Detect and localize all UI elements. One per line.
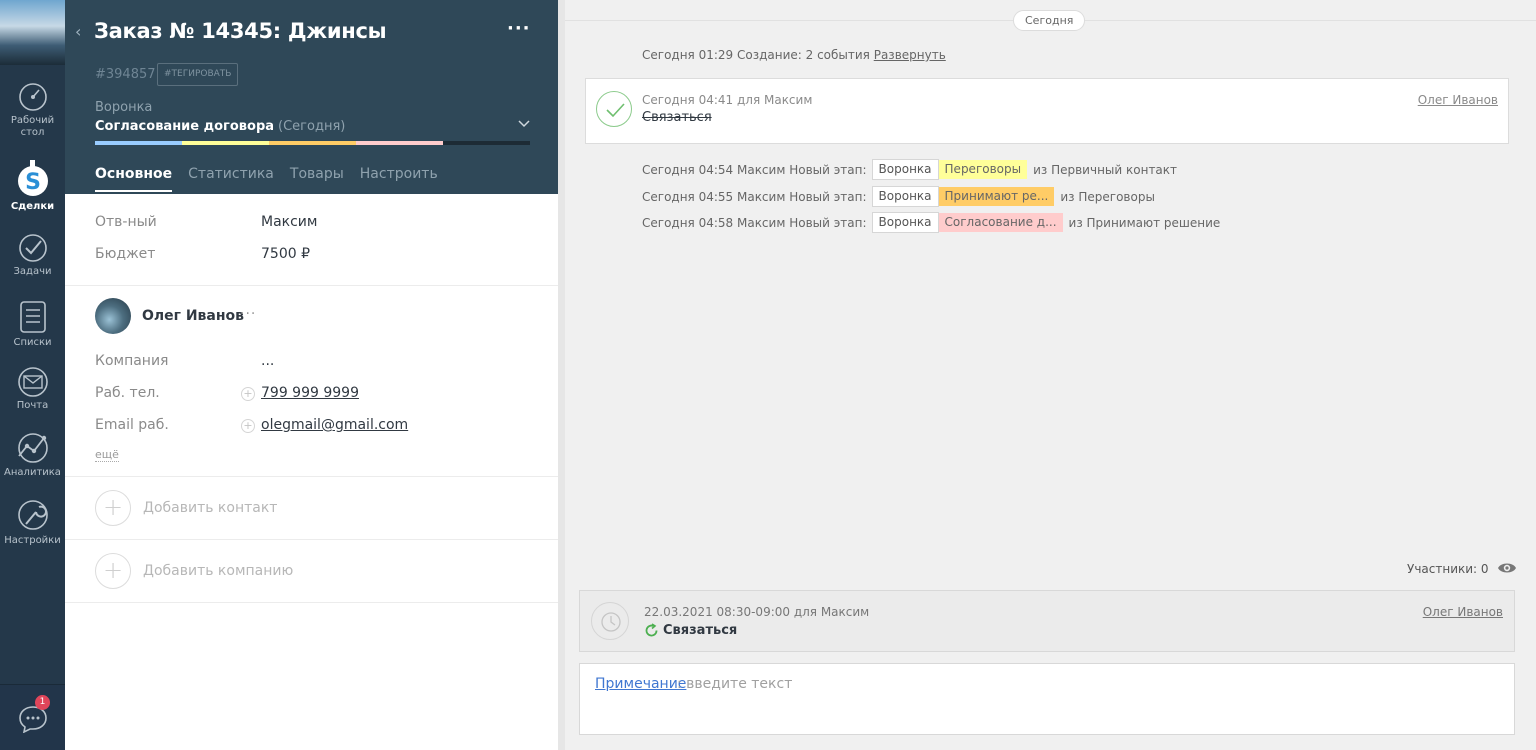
tab-configure[interactable]: Настроить bbox=[360, 166, 438, 192]
mail-icon bbox=[17, 367, 48, 397]
company-label: Компания bbox=[95, 353, 169, 369]
settings-wrench-icon bbox=[17, 500, 48, 530]
divider bbox=[65, 285, 558, 286]
deal-card: ‹ Заказ № 14345: Джинсы ··· #394857 #ТЕГ… bbox=[65, 0, 558, 750]
email-link[interactable]: olegmail@gmail.com bbox=[261, 417, 408, 433]
progress-segment bbox=[356, 141, 443, 145]
note-input[interactable]: Примечание : введите текст bbox=[579, 663, 1515, 735]
email-value[interactable]: olegmail@gmail.com bbox=[261, 417, 408, 433]
open-task-title: Связаться bbox=[644, 623, 737, 638]
note-type-select[interactable]: Примечание bbox=[595, 676, 686, 692]
funnel-label: Воронка bbox=[95, 100, 153, 115]
add-contact-button[interactable]: + Добавить контакт bbox=[95, 490, 277, 526]
deal-more-button[interactable]: ··· bbox=[507, 18, 531, 39]
deal-header: ‹ Заказ № 14345: Джинсы ··· #394857 #ТЕГ… bbox=[65, 0, 558, 194]
phone-label: Раб. тел. bbox=[95, 385, 160, 401]
stage-pill: Принимают ре... bbox=[938, 187, 1055, 206]
analytics-icon bbox=[17, 433, 48, 463]
nav-tasks[interactable]: Задачи bbox=[0, 233, 65, 278]
task-author-link[interactable]: Олег Иванов bbox=[1418, 93, 1498, 107]
nav-deals[interactable]: S Сделки bbox=[0, 160, 65, 213]
left-nav: Рабочий стол S Сделки Задачи Списки Почт… bbox=[0, 0, 65, 750]
deal-title[interactable]: Заказ № 14345: Джинсы bbox=[94, 19, 387, 43]
card-tabs: Основное Статистика Товары Настроить bbox=[95, 166, 438, 192]
task-done-check-icon[interactable] bbox=[596, 91, 632, 127]
task-meta: Сегодня 04:41 для Максим bbox=[642, 93, 813, 107]
plus-circle-icon: + bbox=[95, 553, 131, 589]
participants-count[interactable]: Участники: 0 bbox=[1407, 562, 1489, 576]
open-task-card: 22.03.2021 08:30-09:00 для Максим Связат… bbox=[579, 590, 1515, 652]
tab-statistics[interactable]: Статистика bbox=[188, 166, 274, 192]
dashboard-icon bbox=[18, 83, 47, 111]
completed-task-card: Сегодня 04:41 для Максим Связаться Олег … bbox=[585, 78, 1509, 144]
tasks-check-icon bbox=[18, 234, 47, 262]
stage-progress-bar bbox=[95, 141, 530, 145]
stage-date: (Сегодня) bbox=[278, 119, 346, 134]
lists-icon bbox=[19, 301, 46, 333]
task-name: Связаться bbox=[642, 110, 712, 125]
funnel-pill: Воронка bbox=[871, 186, 939, 207]
add-email-icon[interactable]: + bbox=[241, 419, 255, 433]
back-chevron-icon[interactable]: ‹ bbox=[75, 22, 81, 41]
note-placeholder: : введите текст bbox=[677, 676, 793, 692]
chat-button[interactable]: 1 bbox=[0, 684, 65, 750]
email-label: Email раб. bbox=[95, 417, 169, 433]
expand-link[interactable]: Развернуть bbox=[874, 48, 946, 62]
open-task-meta: 22.03.2021 08:30-09:00 для Максим bbox=[644, 605, 870, 619]
divider bbox=[65, 602, 558, 603]
contact-avatar[interactable] bbox=[95, 298, 131, 334]
stage-event: Сегодня 04:58 Максим Новый этап: Воронка… bbox=[642, 212, 1220, 233]
nav-analytics[interactable]: Аналитика bbox=[0, 432, 65, 479]
contact-more-button[interactable]: ··· bbox=[240, 306, 256, 322]
stage-event: Сегодня 04:55 Максим Новый этап: Воронка… bbox=[642, 186, 1155, 207]
tab-main[interactable]: Основное bbox=[95, 166, 173, 192]
progress-segment bbox=[182, 141, 269, 145]
add-company-button[interactable]: + Добавить компанию bbox=[95, 553, 293, 589]
nav-mail[interactable]: Почта bbox=[0, 367, 65, 412]
refresh-icon bbox=[645, 623, 658, 637]
progress-segment bbox=[269, 141, 356, 145]
account-avatar[interactable] bbox=[0, 0, 65, 65]
divider bbox=[65, 539, 558, 540]
deals-dollar-icon: S bbox=[17, 160, 48, 196]
contact-name[interactable]: Олег Иванов bbox=[142, 308, 244, 324]
deal-id: #394857 bbox=[95, 67, 156, 82]
phone-value[interactable]: 799 999 9999 bbox=[261, 385, 359, 401]
responsible-value[interactable]: Максим bbox=[261, 214, 317, 230]
company-value[interactable]: ... bbox=[261, 353, 274, 369]
activity-feed: Сегодня Сегодня 01:29 Создание: 2 событи… bbox=[558, 0, 1536, 750]
add-contact-label: Добавить контакт bbox=[143, 500, 278, 516]
budget-label: Бюджет bbox=[95, 246, 156, 262]
stage-select[interactable]: Согласование договора (Сегодня) bbox=[95, 119, 345, 134]
budget-value[interactable]: 7500 ₽ bbox=[261, 246, 310, 262]
stage-pill: Согласование д... bbox=[938, 213, 1063, 232]
nav-settings[interactable]: Настройки bbox=[0, 498, 65, 547]
tab-products[interactable]: Товары bbox=[290, 166, 344, 192]
funnel-pill: Воронка bbox=[871, 212, 939, 233]
more-fields-link[interactable]: ещё bbox=[95, 448, 119, 462]
stage-pill: Переговоры bbox=[938, 160, 1028, 179]
stage-name: Согласование договора bbox=[95, 119, 275, 134]
svg-text:S: S bbox=[25, 170, 41, 195]
responsible-label: Отв-ный bbox=[95, 214, 157, 230]
phone-link[interactable]: 799 999 9999 bbox=[261, 385, 359, 401]
open-task-author-link[interactable]: Олег Иванов bbox=[1423, 605, 1503, 619]
eye-icon[interactable] bbox=[1497, 561, 1517, 579]
nav-dashboard[interactable]: Рабочий стол bbox=[0, 82, 65, 139]
chevron-down-icon[interactable] bbox=[518, 117, 530, 131]
progress-segment bbox=[95, 141, 182, 145]
creation-event: Сегодня 01:29 Создание: 2 события Развер… bbox=[642, 48, 946, 62]
funnel-pill: Воронка bbox=[871, 159, 939, 180]
clock-icon bbox=[591, 602, 629, 640]
chat-unread-badge: 1 bbox=[35, 695, 50, 710]
add-phone-icon[interactable]: + bbox=[241, 387, 255, 401]
nav-lists[interactable]: Списки bbox=[0, 300, 65, 349]
plus-circle-icon: + bbox=[95, 490, 131, 526]
stage-event: Сегодня 04:54 Максим Новый этап: Воронка… bbox=[642, 159, 1177, 180]
tag-button[interactable]: #ТЕГИРОВАТЬ bbox=[157, 63, 239, 86]
add-company-label: Добавить компанию bbox=[143, 563, 294, 579]
divider bbox=[65, 476, 558, 477]
date-divider-label: Сегодня bbox=[1013, 10, 1086, 31]
